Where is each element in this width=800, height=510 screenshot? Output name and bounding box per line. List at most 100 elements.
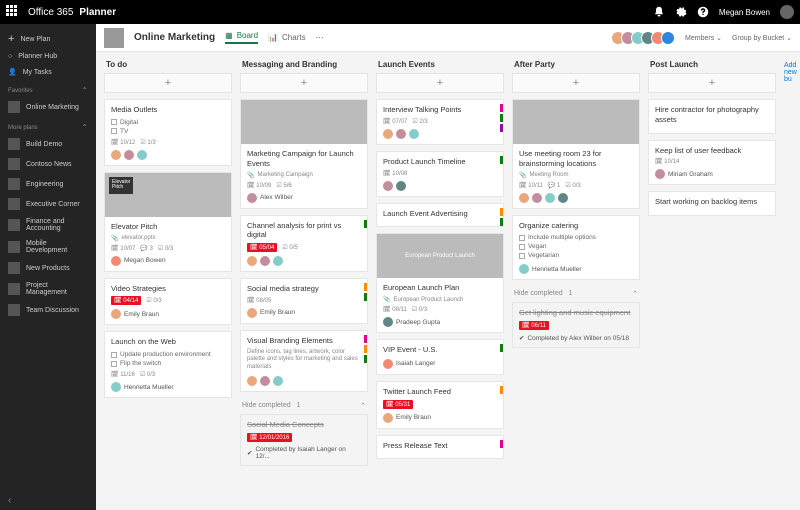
favorites-header[interactable]: Favorites⌃ xyxy=(0,80,96,97)
new-plan-button[interactable]: +New Plan xyxy=(0,30,96,49)
task-card[interactable]: Launch Event Advertising xyxy=(376,203,504,228)
task-card[interactable]: Video Strategies🗓 04/14☑ 0/3Emily Braun xyxy=(104,278,232,326)
task-card[interactable]: Twitter Launch Feed🗓 05/31Emily Braun xyxy=(376,381,504,429)
checklist-item[interactable]: Flip the switch xyxy=(111,359,225,368)
sidebar-plan-item[interactable]: Engineering xyxy=(0,174,96,194)
add-task-button[interactable]: + xyxy=(104,73,232,93)
sidebar-plan-item[interactable]: Project Management xyxy=(0,278,96,300)
bucket-title[interactable]: Post Launch xyxy=(648,60,776,69)
category-tag xyxy=(500,114,503,122)
sidebar-fav-item[interactable]: Online Marketing xyxy=(0,97,96,117)
task-card[interactable]: Social media strategy🗓 08/05Emily Braun xyxy=(240,278,368,324)
sidebar-plan-item[interactable]: Mobile Development xyxy=(0,236,96,258)
bucket-title[interactable]: After Party xyxy=(512,60,640,69)
my-tasks-link[interactable]: 👤My Tasks xyxy=(0,64,96,80)
task-card[interactable]: ElevatorPitchElevator Pitch📎elevator.ppt… xyxy=(104,172,232,272)
checklist-item[interactable]: Update production environment xyxy=(111,350,225,359)
sidebar-plan-item[interactable]: Team Discussion xyxy=(0,300,96,320)
members-dropdown[interactable]: Members ⌄ xyxy=(685,34,722,42)
gear-icon[interactable] xyxy=(675,6,687,18)
checkbox-icon[interactable] xyxy=(111,119,117,125)
card-title: Hire contractor for photography assets xyxy=(655,105,769,125)
due-date: 🗓 10/09 xyxy=(247,182,271,189)
attachment: 📎European Product Launch xyxy=(383,296,497,303)
help-icon[interactable] xyxy=(697,6,709,18)
sidebar-plan-item[interactable]: Contoso News xyxy=(0,154,96,174)
task-card[interactable]: Hire contractor for photography assets xyxy=(648,99,776,134)
task-card[interactable]: Marketing Campaign for Launch Events📎Mar… xyxy=(240,99,368,209)
checkbox-icon[interactable] xyxy=(111,352,117,358)
plan-title: Online Marketing xyxy=(134,32,215,43)
task-card[interactable]: Press Release Text xyxy=(376,435,504,460)
checklist-item[interactable]: Digital xyxy=(111,118,225,127)
more-plans-header[interactable]: More plans⌃ xyxy=(0,117,96,134)
category-strip xyxy=(500,208,503,226)
bell-icon[interactable] xyxy=(653,6,665,18)
card-title: Channel analysis for print vs digital xyxy=(247,221,361,241)
add-task-button[interactable]: + xyxy=(512,73,640,93)
hub-icon: ○ xyxy=(8,53,12,60)
task-card[interactable]: Organize catering Include multiple option… xyxy=(512,215,640,281)
task-card[interactable]: Interview Talking Points🗓 07/07☑ 2/3 xyxy=(376,99,504,145)
board-icon: ▦ xyxy=(225,31,233,40)
task-card[interactable]: Launch on the WebUpdate production envir… xyxy=(104,331,232,398)
task-card[interactable]: Visual Branding ElementsDefine icons, ta… xyxy=(240,330,368,392)
checkbox-icon[interactable] xyxy=(519,244,525,250)
sidebar-plan-item[interactable]: New Products xyxy=(0,258,96,278)
more-menu[interactable]: ⋯ xyxy=(316,33,324,42)
card-title: Video Strategies xyxy=(111,284,225,294)
hide-completed-toggle[interactable]: Hide completed 1⌃ xyxy=(240,398,368,414)
checkbox-icon[interactable] xyxy=(519,253,525,259)
board-tab[interactable]: ▦Board xyxy=(225,31,258,44)
task-card[interactable]: Keep list of user feedback🗓 10/14Miriam … xyxy=(648,140,776,186)
avatar xyxy=(545,193,555,203)
add-task-button[interactable]: + xyxy=(240,73,368,93)
task-card[interactable]: Product Launch Timeline🗓 10/08 xyxy=(376,151,504,197)
user-avatar[interactable] xyxy=(780,5,794,19)
checklist-item[interactable]: Vegetarian xyxy=(519,251,633,260)
add-bucket-button[interactable]: Add new bu xyxy=(784,60,797,502)
task-card[interactable]: Channel analysis for print vs digital🗓 0… xyxy=(240,215,368,273)
planner-hub-link[interactable]: ○Planner Hub xyxy=(0,49,96,64)
task-card[interactable]: Use meeting room 23 for brainstorming lo… xyxy=(512,99,640,209)
chevron-up-icon: ⌃ xyxy=(81,86,88,95)
checklist-item[interactable]: TV xyxy=(111,127,225,136)
task-card-completed[interactable]: Get lighting and music equipment 🗓 06/11… xyxy=(512,302,640,348)
category-tag xyxy=(500,440,503,448)
checkbox-icon[interactable] xyxy=(111,128,117,134)
chevron-up-icon: ⌃ xyxy=(81,123,88,132)
charts-tab[interactable]: 📊Charts xyxy=(268,33,306,42)
chevron-up-icon: ⌃ xyxy=(632,290,638,298)
card-title: Organize catering xyxy=(519,221,633,231)
task-card[interactable]: Start working on backlog items xyxy=(648,191,776,216)
task-card[interactable]: Media OutletsDigitalTV🗓 10/12☑ 1/3 xyxy=(104,99,232,166)
collapse-sidebar-button[interactable]: ‹ xyxy=(8,495,11,506)
member-avatars[interactable] xyxy=(615,31,675,45)
checkbox-icon[interactable] xyxy=(111,361,117,367)
sidebar-item-label: Mobile Development xyxy=(26,240,88,254)
bucket-title[interactable]: Launch Events xyxy=(376,60,504,69)
check-icon: ✔ xyxy=(247,449,252,457)
avatar xyxy=(519,193,529,203)
card-title: Launch Event Advertising xyxy=(383,209,497,219)
group-by-dropdown[interactable]: Group by Bucket ⌄ xyxy=(732,34,792,42)
sidebar-plan-item[interactable]: Executive Corner xyxy=(0,194,96,214)
checkbox-icon[interactable] xyxy=(519,235,525,241)
bucket-title[interactable]: To do xyxy=(104,60,232,69)
add-task-button[interactable]: + xyxy=(648,73,776,93)
bucket-title[interactable]: Messaging and Branding xyxy=(240,60,368,69)
card-assignee: Henrietta Mueller xyxy=(111,382,225,392)
task-card[interactable]: European Product LaunchEuropean Launch P… xyxy=(376,233,504,333)
checklist-item[interactable]: Vegan xyxy=(519,242,633,251)
task-card-completed[interactable]: Social Media Concepts 🗓 12/01/2016 ✔Comp… xyxy=(240,414,368,466)
task-card[interactable]: VIP Event - U.S.Isaiah Langer xyxy=(376,339,504,375)
sidebar-plan-item[interactable]: Build Demo xyxy=(0,134,96,154)
sidebar-plan-item[interactable]: Finance and Accounting xyxy=(0,214,96,236)
add-task-button[interactable]: + xyxy=(376,73,504,93)
plan-header: Online Marketing ▦Board 📊Charts ⋯ Member… xyxy=(96,24,800,52)
waffle-icon[interactable] xyxy=(6,5,20,19)
card-image: European Product Launch xyxy=(377,234,503,278)
hide-completed-toggle[interactable]: Hide completed 1⌃ xyxy=(512,286,640,302)
checklist-item[interactable]: Include multiple options xyxy=(519,233,633,242)
avatar xyxy=(383,359,393,369)
